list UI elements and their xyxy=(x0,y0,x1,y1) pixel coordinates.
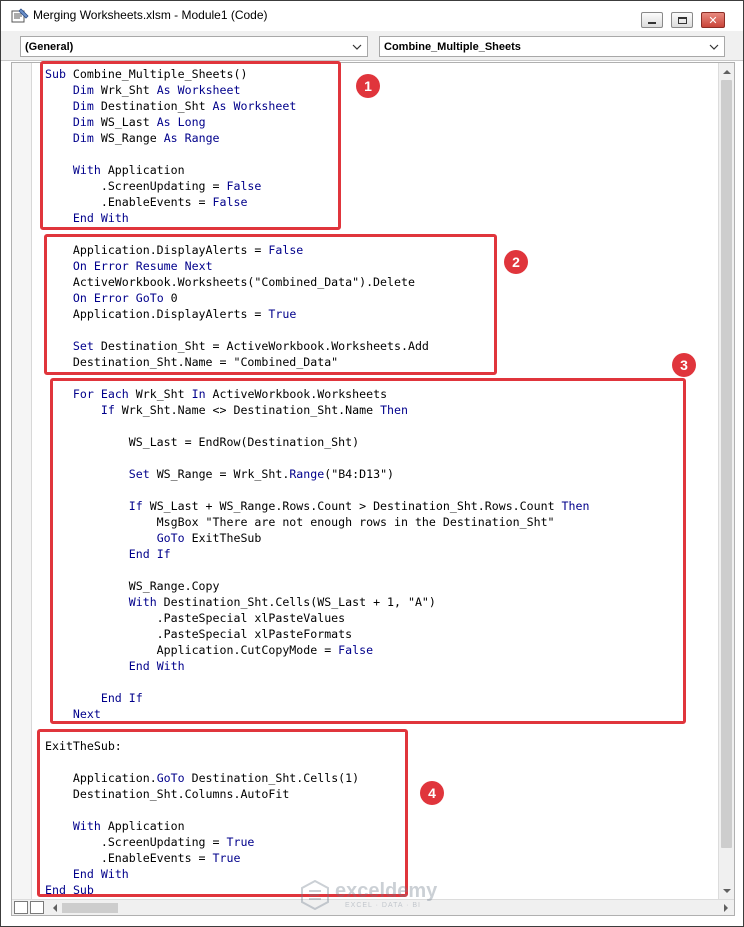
vertical-scrollbar[interactable] xyxy=(718,63,734,899)
callout-box-4 xyxy=(37,729,408,897)
code-toolbar: (General) Combine_Multiple_Sheets xyxy=(1,31,743,61)
maximize-button[interactable] xyxy=(671,12,693,28)
horizontal-scroll-thumb[interactable] xyxy=(62,903,118,913)
vba-code-window: Merging Worksheets.xlsm - Module1 (Code)… xyxy=(0,0,744,927)
callout-badge-2: 2 xyxy=(504,250,528,274)
object-dropdown[interactable]: (General) xyxy=(20,36,368,57)
margin-indicator-bar[interactable] xyxy=(12,63,32,899)
scroll-right-button[interactable] xyxy=(718,900,734,916)
callout-box-2 xyxy=(44,234,497,375)
callout-box-3 xyxy=(50,378,686,724)
scroll-left-button[interactable] xyxy=(46,900,62,916)
window-title: Merging Worksheets.xlsm - Module1 (Code) xyxy=(33,8,268,22)
object-dropdown-value: (General) xyxy=(25,40,74,53)
vertical-scroll-thumb[interactable] xyxy=(721,80,732,848)
callout-badge-4: 4 xyxy=(420,781,444,805)
maximize-icon xyxy=(677,16,687,24)
callout-box-1 xyxy=(40,61,341,230)
chevron-down-icon xyxy=(707,39,721,54)
procedure-dropdown-value: Combine_Multiple_Sheets xyxy=(384,40,521,53)
vba-module-icon xyxy=(11,8,29,23)
title-bar: Merging Worksheets.xlsm - Module1 (Code)… xyxy=(1,1,743,31)
close-icon: ✕ xyxy=(708,13,718,27)
scroll-up-button[interactable] xyxy=(719,63,735,79)
full-module-view-button[interactable] xyxy=(30,901,44,914)
scroll-down-button[interactable] xyxy=(719,883,735,899)
procedure-view-button[interactable] xyxy=(14,901,28,914)
close-button[interactable]: ✕ xyxy=(701,12,725,28)
watermark-logo: exceldemy EXCEL · DATA · BI xyxy=(301,879,451,914)
callout-badge-3: 3 xyxy=(672,353,696,377)
exceldemy-logo-icon xyxy=(301,879,329,911)
watermark-name: exceldemy xyxy=(335,880,438,902)
watermark-tagline: EXCEL · DATA · BI xyxy=(345,902,421,909)
minimize-icon xyxy=(648,21,656,24)
procedure-dropdown[interactable]: Combine_Multiple_Sheets xyxy=(379,36,725,57)
chevron-down-icon xyxy=(350,39,364,54)
callout-badge-1: 1 xyxy=(356,74,380,98)
minimize-button[interactable] xyxy=(641,12,663,28)
